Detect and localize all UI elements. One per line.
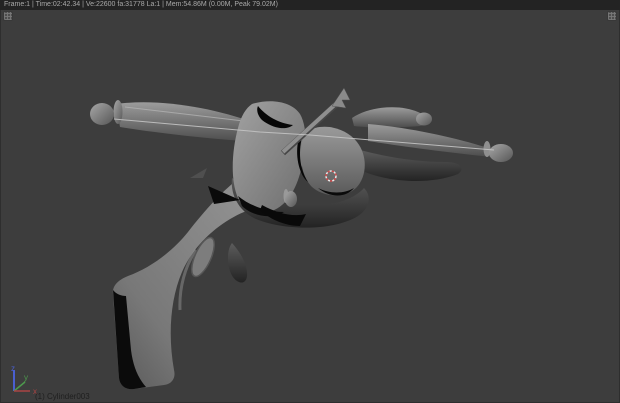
left-limb-collar bbox=[113, 100, 123, 124]
bolt-arrowhead bbox=[331, 87, 351, 109]
viewport-canvas[interactable] bbox=[0, 10, 620, 403]
crossbow-model[interactable] bbox=[90, 87, 513, 390]
render-stats-bar: Frame:1 | Time:02:42.34 | Ve:22600 fa:31… bbox=[0, 0, 620, 10]
y-axis-label: y bbox=[24, 373, 28, 382]
body-knob bbox=[285, 191, 297, 207]
crossbow-rear-arm bbox=[352, 107, 427, 128]
left-limb-cap bbox=[90, 103, 114, 125]
active-object-name: (1) Cylinder003 bbox=[35, 392, 90, 401]
3d-viewport[interactable] bbox=[0, 10, 620, 403]
y-axis-line bbox=[13, 381, 26, 392]
crossbow-trigger bbox=[228, 243, 248, 283]
corner-split-widget-icon[interactable] bbox=[3, 11, 13, 21]
body-spike bbox=[190, 168, 207, 178]
corner-split-widget-icon[interactable] bbox=[607, 11, 617, 21]
z-axis-label: z bbox=[11, 364, 15, 373]
crossbow-right-limb bbox=[368, 124, 499, 157]
blender-window: { "header": { "stats": "Frame:1 | Time:0… bbox=[0, 0, 620, 403]
right-underside bbox=[355, 150, 462, 181]
render-stats-text: Frame:1 | Time:02:42.34 | Ve:22600 fa:31… bbox=[4, 1, 278, 8]
right-limb-cap bbox=[489, 144, 513, 162]
crossbow-rear-cap bbox=[416, 112, 432, 126]
